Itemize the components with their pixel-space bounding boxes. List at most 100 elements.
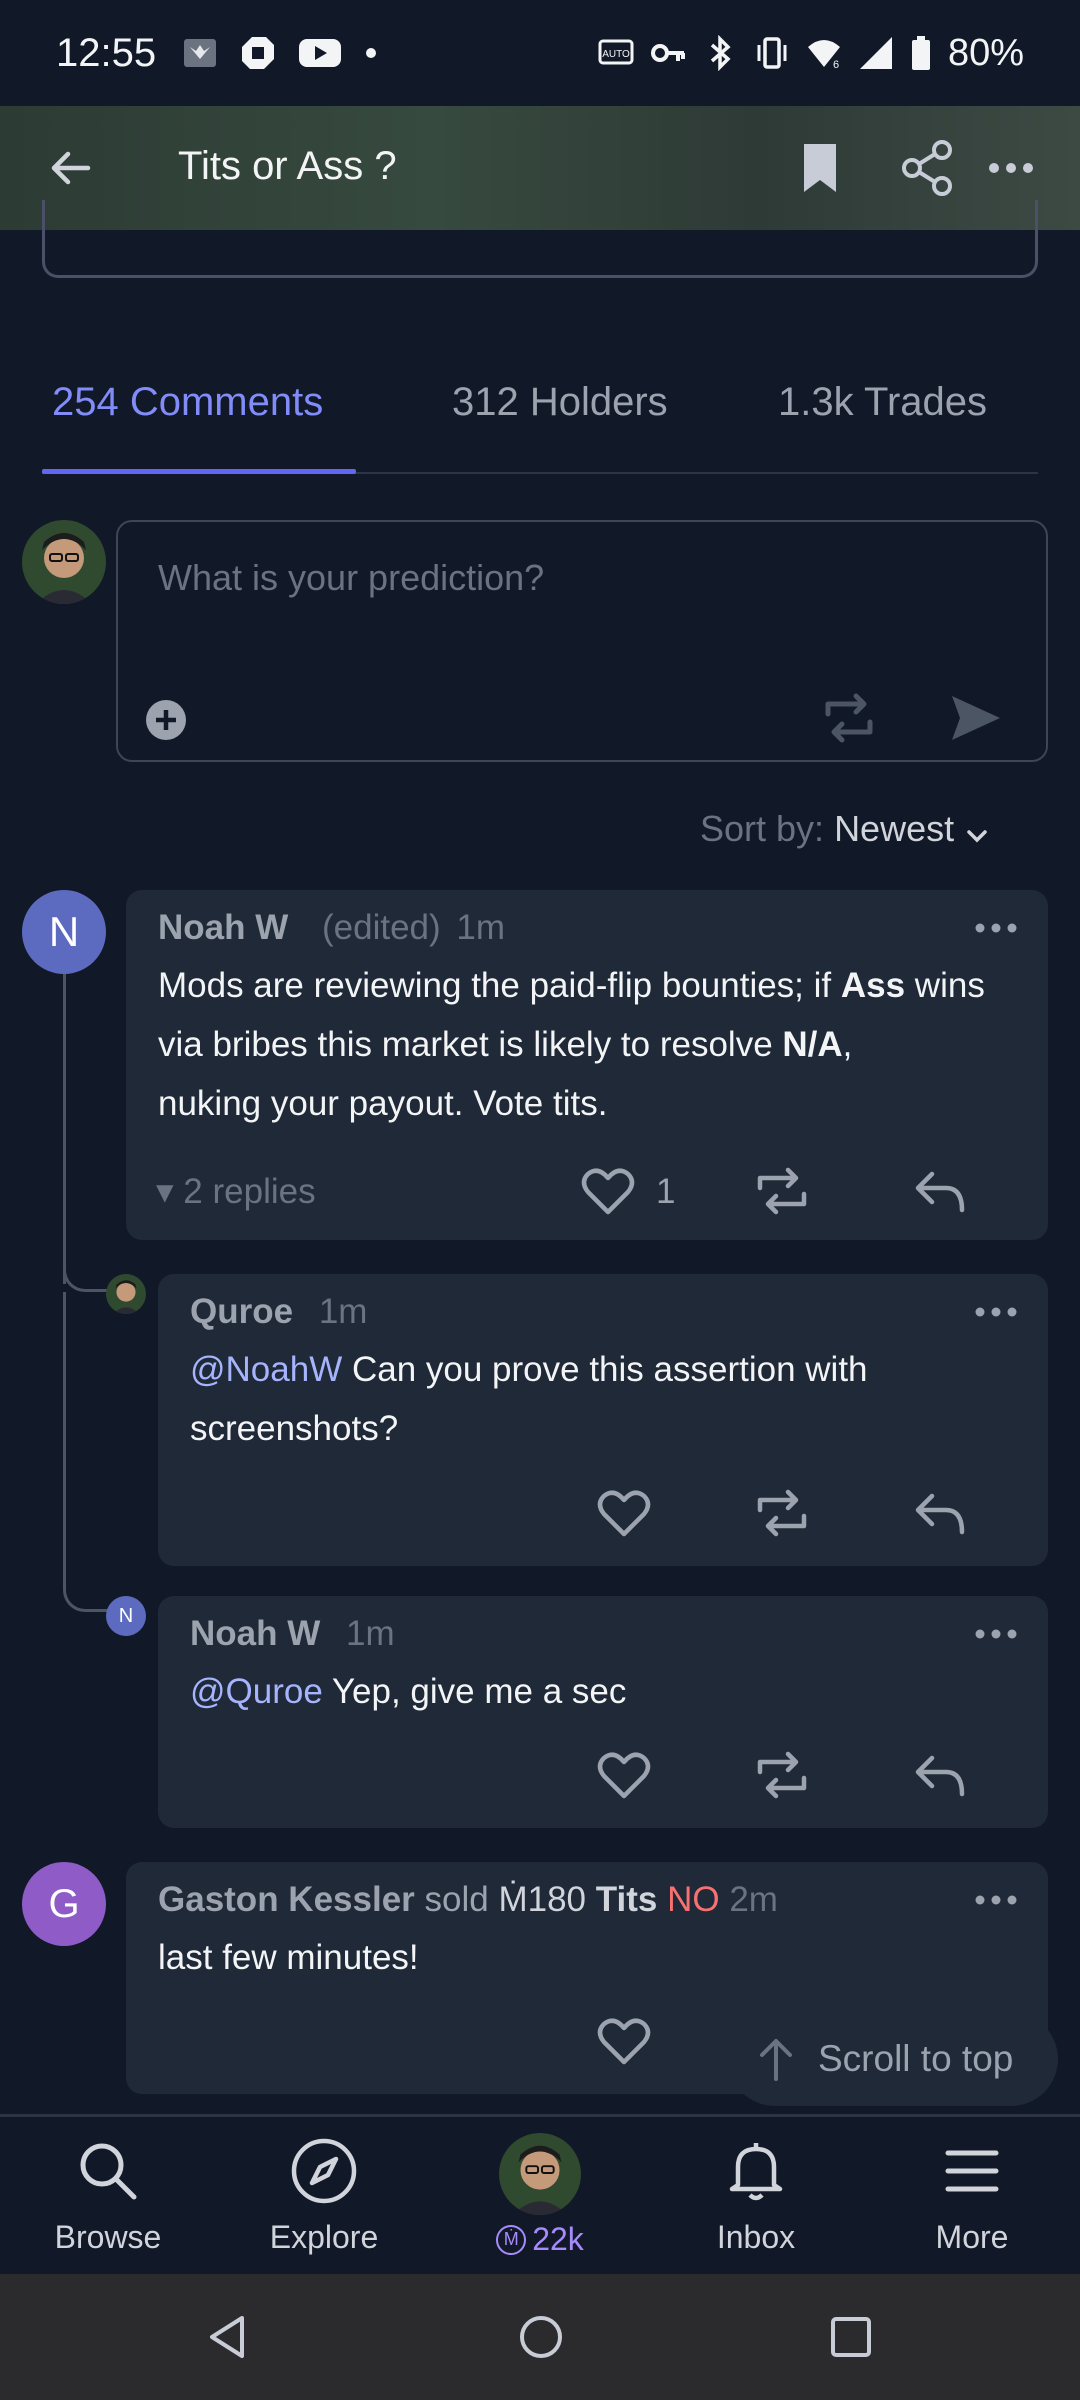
auto-icon: AUTO bbox=[598, 35, 634, 71]
replies-toggle[interactable]: ▾ 2 replies bbox=[156, 1172, 316, 1212]
search-icon bbox=[74, 2137, 142, 2205]
recents-square-icon[interactable] bbox=[826, 2312, 876, 2362]
nav-explore[interactable]: Explore bbox=[244, 2137, 404, 2256]
sort-dropdown[interactable]: Sort by: Newest bbox=[700, 808, 990, 850]
sort-label: Sort by: bbox=[700, 808, 825, 849]
wifi-icon: 6 bbox=[806, 35, 842, 71]
reply-icon[interactable] bbox=[912, 1488, 968, 1538]
battery-icon bbox=[910, 35, 932, 71]
thread-line bbox=[63, 1292, 66, 1582]
comment-author[interactable]: Noah W bbox=[190, 1614, 320, 1653]
sort-value: Newest bbox=[834, 808, 955, 849]
comment-meta: Noah W 1m bbox=[190, 1614, 395, 1654]
comment-time: 1m bbox=[318, 1292, 368, 1331]
heart-icon[interactable] bbox=[596, 2016, 652, 2066]
comment-body: @Quroe Yep, give me a sec bbox=[190, 1672, 627, 1711]
battery-percent: 80% bbox=[947, 31, 1024, 74]
status-bar: 12:55 AUTO 6 80% bbox=[0, 0, 1080, 106]
thread-connector bbox=[63, 1250, 111, 1292]
more-options-icon[interactable] bbox=[986, 150, 1036, 186]
nav-more[interactable]: More bbox=[892, 2137, 1052, 2256]
bottom-navigation: Browse Explore Ṁ 22k Inbox More bbox=[0, 2114, 1080, 2274]
repost-icon[interactable] bbox=[754, 1488, 810, 1538]
avatar-letter: N bbox=[48, 908, 80, 955]
like-count: 1 bbox=[656, 1172, 676, 1211]
status-time: 12:55 bbox=[56, 30, 157, 75]
menu-icon bbox=[938, 2137, 1006, 2205]
tab-holders[interactable]: 312 Holders bbox=[452, 380, 668, 425]
reply-icon[interactable] bbox=[912, 1750, 968, 1800]
avatar[interactable]: N bbox=[22, 890, 106, 974]
scroll-to-top-button[interactable]: Scroll to top bbox=[728, 2012, 1058, 2106]
comment-time: 1m bbox=[456, 908, 506, 947]
comment-options-icon[interactable] bbox=[974, 1302, 1018, 1322]
add-plus-icon[interactable] bbox=[144, 698, 188, 742]
prediction-input[interactable] bbox=[158, 548, 998, 608]
comment-author[interactable]: Noah W bbox=[158, 908, 288, 947]
heart-icon[interactable] bbox=[596, 1750, 652, 1800]
comment-time: 1m bbox=[346, 1614, 395, 1653]
comment-card: Noah W (edited) 1m Mods are reviewing th… bbox=[126, 890, 1048, 1240]
active-tab-indicator bbox=[42, 469, 356, 474]
key-icon bbox=[650, 35, 686, 71]
nav-inbox[interactable]: Inbox bbox=[676, 2137, 836, 2256]
comment-options-icon[interactable] bbox=[974, 1890, 1018, 1910]
mention-link[interactable]: @Quroe bbox=[190, 1672, 323, 1711]
replies-count: 2 replies bbox=[183, 1172, 316, 1211]
avatar[interactable]: G bbox=[22, 1862, 106, 1946]
reply-icon[interactable] bbox=[912, 1166, 968, 1216]
comment-meta: Gaston Kessler sold Ṁ180 Tits NO 2m bbox=[158, 1880, 778, 1920]
repost-icon[interactable] bbox=[754, 1166, 810, 1216]
nav-browse-label: Browse bbox=[54, 2219, 162, 2255]
comment-author[interactable]: Gaston Kessler bbox=[158, 1880, 415, 1919]
trade-amount: Ṁ180 bbox=[498, 1880, 587, 1919]
comment-body: last few minutes! bbox=[158, 1938, 419, 1977]
profile-avatar bbox=[499, 2133, 581, 2215]
trade-side: NO bbox=[667, 1880, 720, 1919]
back-triangle-icon[interactable] bbox=[204, 2312, 254, 2362]
signal-icon bbox=[858, 35, 894, 71]
comment-options-icon[interactable] bbox=[974, 918, 1018, 938]
dot-icon bbox=[364, 35, 378, 71]
share-icon[interactable] bbox=[900, 140, 956, 196]
repost-icon[interactable] bbox=[754, 1750, 810, 1800]
user-avatar[interactable] bbox=[22, 520, 106, 604]
tab-comments[interactable]: 254 Comments bbox=[52, 380, 323, 425]
heart-icon[interactable] bbox=[580, 1166, 636, 1216]
tab-trades[interactable]: 1.3k Trades bbox=[778, 380, 987, 425]
comment-options-icon[interactable] bbox=[974, 1624, 1018, 1644]
home-circle-icon[interactable] bbox=[516, 2312, 566, 2362]
heart-icon[interactable] bbox=[596, 1488, 652, 1538]
comment-body: @NoahW Can you prove this assertion with… bbox=[190, 1350, 868, 1448]
comment-composer bbox=[116, 520, 1048, 762]
comment-card: Quroe 1m @NoahW Can you prove this asser… bbox=[158, 1274, 1048, 1566]
wings-icon bbox=[182, 35, 218, 71]
comment-edited: (edited) bbox=[322, 908, 441, 947]
repost-icon[interactable] bbox=[818, 690, 880, 746]
svg-text:AUTO: AUTO bbox=[602, 49, 630, 60]
youtube-icon bbox=[298, 35, 342, 71]
nav-profile[interactable]: Ṁ 22k bbox=[460, 2133, 620, 2258]
comment-body: Mods are reviewing the paid-flip bountie… bbox=[158, 966, 985, 1123]
mana-coin-icon: Ṁ bbox=[496, 2224, 527, 2255]
scroll-to-top-label: Scroll to top bbox=[818, 2038, 1014, 2079]
tab-bar: 254 Comments 312 Holders 1.3k Trades bbox=[42, 370, 1038, 474]
comment-author[interactable]: Quroe bbox=[190, 1292, 293, 1331]
mana-balance: Ṁ 22k bbox=[460, 2221, 620, 2258]
nav-inbox-label: Inbox bbox=[716, 2219, 796, 2255]
avatar[interactable] bbox=[106, 1274, 146, 1314]
bookmark-icon[interactable] bbox=[800, 142, 840, 194]
chase-icon bbox=[240, 35, 276, 71]
send-icon[interactable] bbox=[948, 690, 1004, 746]
svg-text:6: 6 bbox=[833, 59, 839, 71]
mention-link[interactable]: @NoahW bbox=[190, 1350, 342, 1389]
bell-icon bbox=[722, 2137, 790, 2205]
back-arrow-icon[interactable] bbox=[44, 142, 96, 194]
thread-line bbox=[63, 974, 66, 1284]
nav-browse[interactable]: Browse bbox=[28, 2137, 188, 2256]
avatar[interactable]: N bbox=[106, 1596, 146, 1636]
comment-time: 2m bbox=[729, 1880, 778, 1919]
system-navigation-bar bbox=[0, 2274, 1080, 2400]
thread-connector bbox=[63, 1568, 111, 1612]
nav-explore-label: Explore bbox=[269, 2219, 379, 2255]
